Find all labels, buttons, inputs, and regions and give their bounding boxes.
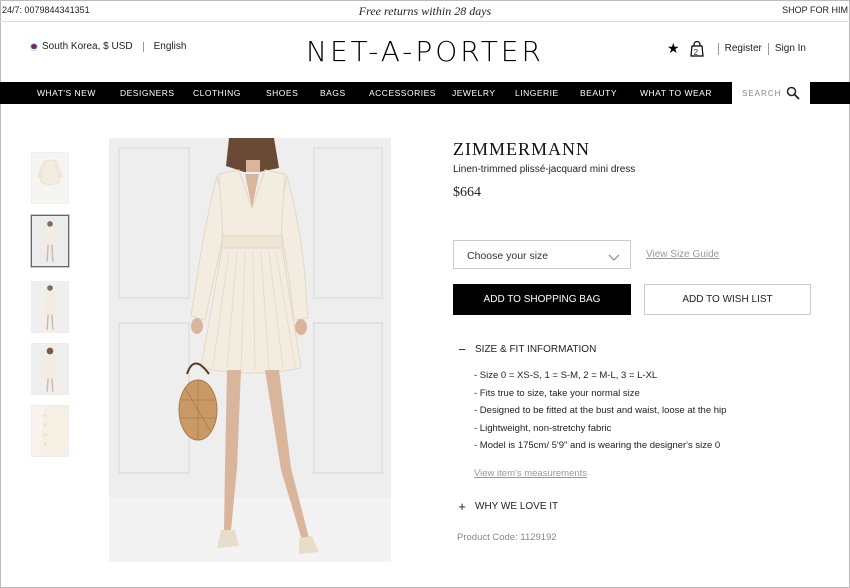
size-fit-accordion-header[interactable]: − SIZE & FIT INFORMATION [457,342,596,357]
thumbnail-fabric-detail[interactable] [31,405,69,457]
register-link[interactable]: Register [725,43,762,54]
product-price: $664 [453,185,481,200]
expand-icon[interactable]: + [457,499,467,514]
size-fit-list: - Size 0 = XS-S, 1 = S-M, 2 = M-L, 3 = L… [474,370,726,458]
add-to-wishlist-button[interactable]: ADD TO WISH LIST [644,284,811,315]
size-select[interactable]: Choose your size [453,240,631,269]
nav-what-to-wear[interactable]: WHAT TO WEAR [640,88,712,98]
divider [767,42,769,55]
size-select-label: Choose your size [467,250,549,262]
thumbnail-model-full[interactable] [31,215,69,267]
list-item: - Size 0 = XS-S, 1 = S-M, 2 = M-L, 3 = L… [474,370,658,381]
bag-count: 2 [693,47,699,57]
nav-shoes[interactable]: SHOES [266,88,298,98]
thumbnail-model-back[interactable] [31,343,69,395]
list-item: - Fits true to size, take your normal si… [474,387,640,399]
shop-for-him-link[interactable]: SHOP FOR HIM [782,5,848,15]
why-we-love-it-title: WHY WE LOVE IT [475,501,559,512]
nav-beauty[interactable]: BEAUTY [580,88,617,98]
nav-whats-new[interactable]: WHAT'S NEW [37,88,96,98]
sign-in-link[interactable]: Sign In [775,43,806,54]
collapse-icon[interactable]: − [457,342,467,357]
thumbnail-model-side[interactable] [31,281,69,333]
list-item: - Model is 175cm/ 5'9" and is wearing th… [474,440,721,451]
nav-jewelry[interactable]: JEWELRY [452,88,496,98]
top-strip: 24/7: 0079844341351 Free returns within … [0,0,850,22]
measurements-link[interactable]: View item's measurements [474,468,587,479]
shopping-bag-icon[interactable]: 2 [689,40,704,57]
list-item: - Lightweight, non-stretchy fabric [474,422,612,434]
search-box[interactable]: SEARCH [732,82,810,104]
search-icon[interactable] [786,86,800,105]
nav-lingerie[interactable]: LINGERIE [515,88,559,98]
nav-clothing[interactable]: CLOTHING [193,88,241,98]
nav-accessories[interactable]: ACCESSORIES [369,88,436,98]
product-name: Linen-trimmed plissé-jacquard mini dress [453,164,636,175]
list-item: - Designed to be fitted at the bust and … [474,405,727,416]
why-we-love-it-accordion-header[interactable]: + WHY WE LOVE IT [457,499,558,514]
account-links: ★ 2 Register Sign In [667,40,806,57]
divider [717,42,719,55]
nav-designers[interactable]: DESIGNERS [120,88,175,98]
product-code: Product Code: 1129192 [457,532,557,543]
wishlist-star-icon[interactable]: ★ [667,40,680,57]
brand-name[interactable]: ZIMMERMANN [453,139,590,160]
size-guide-link[interactable]: View Size Guide [646,249,719,260]
thumbnail-dress-front[interactable] [31,152,69,204]
main-nav: WHAT'S NEW DESIGNERS CLOTHING SHOES BAGS… [0,82,850,104]
chevron-down-icon [608,249,620,267]
nav-bags[interactable]: BAGS [320,88,346,98]
site-header: South Korea, $ USD English NET-A-PORTER … [0,22,850,82]
free-returns-promo[interactable]: Free returns within 28 days [0,4,850,19]
main-product-image[interactable] [109,138,391,562]
add-to-bag-button[interactable]: ADD TO SHOPPING BAG [453,284,631,315]
size-fit-title: SIZE & FIT INFORMATION [475,344,597,355]
search-label: SEARCH [742,89,782,98]
